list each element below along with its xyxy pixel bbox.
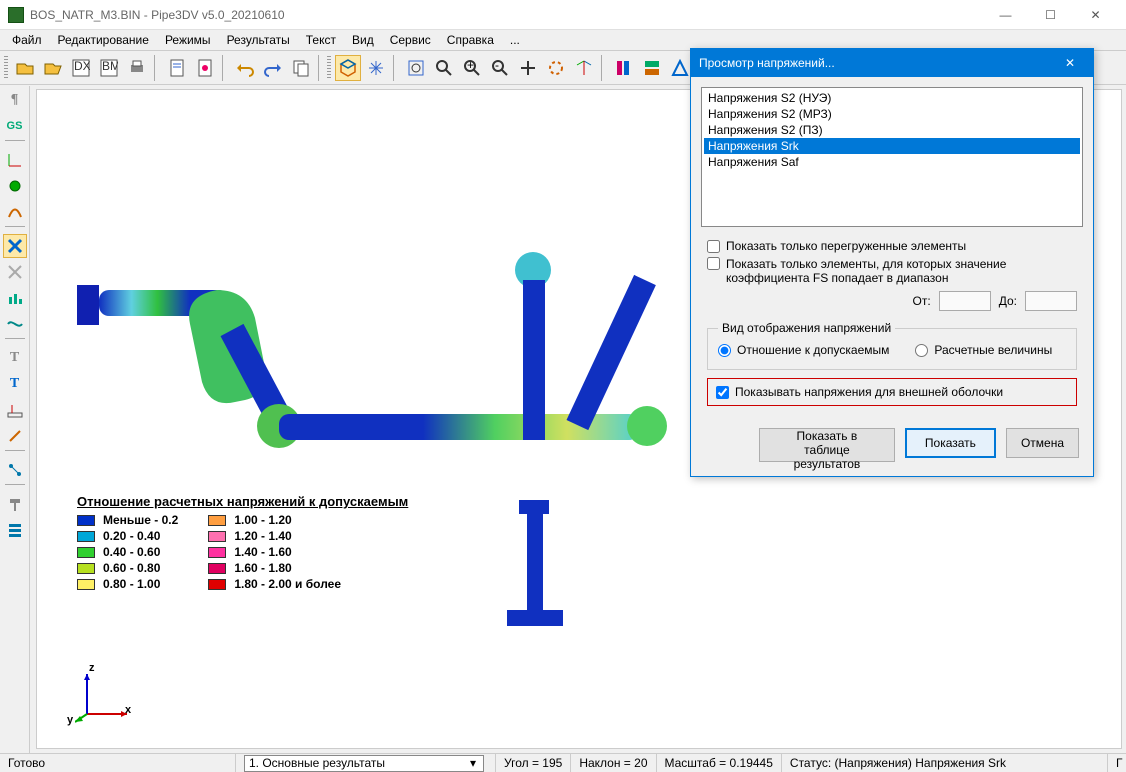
- radio-ratio[interactable]: Отношение к допускаемым: [718, 343, 889, 357]
- side-t2-icon[interactable]: T: [3, 372, 27, 396]
- side-deform-icon[interactable]: [3, 312, 27, 336]
- color-legend: Отношение расчетных напряжений к допуска…: [77, 494, 408, 593]
- side-gs-icon[interactable]: GS: [3, 114, 27, 138]
- side-x2-icon[interactable]: [3, 260, 27, 284]
- side-stack-icon[interactable]: [3, 518, 27, 542]
- menu-edit[interactable]: Редактирование: [52, 32, 155, 48]
- redo-icon[interactable]: [260, 55, 286, 81]
- titlebar: BOS_NATR_M3.BIN - Pipe3DV v5.0_20210610 …: [0, 0, 1126, 30]
- side-tool1-icon[interactable]: [3, 200, 27, 224]
- copy-icon[interactable]: [288, 55, 314, 81]
- results-combo[interactable]: 1. Основные результаты▾: [244, 755, 484, 772]
- dialog-title: Просмотр напряжений...: [699, 56, 835, 70]
- folder-open-icon[interactable]: [40, 55, 66, 81]
- side-cap-icon[interactable]: [3, 492, 27, 516]
- dxf-export-icon[interactable]: DXF: [68, 55, 94, 81]
- svg-text:+: +: [467, 59, 474, 72]
- minimize-button[interactable]: ―: [983, 1, 1028, 29]
- doc1-icon[interactable]: [164, 55, 190, 81]
- from-input[interactable]: [939, 291, 991, 311]
- statusbar: Готово 1. Основные результаты▾ Угол = 19…: [0, 753, 1126, 772]
- check-fs-range[interactable]: Показать только элементы, для которых зн…: [707, 257, 1077, 285]
- status-angle: Угол = 195: [496, 754, 571, 772]
- menu-text[interactable]: Текст: [300, 32, 342, 48]
- side-t1-icon[interactable]: T: [3, 346, 27, 370]
- stress-view-dialog: Просмотр напряжений... ✕ Напряжения S2 (…: [690, 48, 1094, 477]
- close-button[interactable]: ✕: [1073, 1, 1118, 29]
- side-bars-icon[interactable]: [3, 286, 27, 310]
- show-in-table-button[interactable]: Показать в таблице результатов: [759, 428, 895, 462]
- zoom-out-icon[interactable]: -: [487, 55, 513, 81]
- pan-icon[interactable]: [515, 55, 541, 81]
- rotate-icon[interactable]: [543, 55, 569, 81]
- displacement-icon[interactable]: [363, 55, 389, 81]
- menu-help[interactable]: Справка: [441, 32, 500, 48]
- side-sphere-icon[interactable]: [3, 174, 27, 198]
- dialog-close-icon[interactable]: ✕: [1055, 56, 1085, 70]
- bmp-export-icon[interactable]: BMP: [96, 55, 122, 81]
- view-1-icon[interactable]: [611, 55, 637, 81]
- side-x-icon[interactable]: [3, 234, 27, 258]
- side-axis-icon[interactable]: [3, 148, 27, 172]
- svg-text:-: -: [495, 59, 499, 72]
- side-text-icon[interactable]: ¶: [3, 88, 27, 112]
- status-state: Статус: (Напряжения) Напряжения Srk: [782, 754, 1108, 772]
- status-tilt: Наклон = 20: [571, 754, 656, 772]
- side-node-icon[interactable]: [3, 458, 27, 482]
- maximize-button[interactable]: ☐: [1028, 1, 1073, 29]
- stress-list-item[interactable]: Напряжения S2 (НУЭ): [704, 90, 1080, 106]
- to-input[interactable]: [1025, 291, 1077, 311]
- status-tail: Г: [1108, 754, 1126, 772]
- doc2-icon[interactable]: [192, 55, 218, 81]
- app-icon: [8, 7, 24, 23]
- radio-values[interactable]: Расчетные величины: [915, 343, 1052, 357]
- display-mode-group: Вид отображения напряжений Отношение к д…: [707, 321, 1077, 370]
- stress-listbox[interactable]: Напряжения S2 (НУЭ)Напряжения S2 (МРЗ)На…: [701, 87, 1083, 227]
- print-icon[interactable]: [124, 55, 150, 81]
- legend-title: Отношение расчетных напряжений к допуска…: [77, 494, 408, 509]
- side-toolbar: ¶ GS T T: [0, 86, 30, 753]
- isometric-icon[interactable]: [571, 55, 597, 81]
- svg-text:DXF: DXF: [74, 59, 90, 73]
- zoom-window-icon[interactable]: [431, 55, 457, 81]
- check-overloaded[interactable]: Показать только перегруженные элементы: [707, 239, 1077, 253]
- menu-results[interactable]: Результаты: [221, 32, 296, 48]
- pipe-model: [47, 130, 697, 690]
- status-ready: Готово: [0, 754, 236, 772]
- stress-list-item[interactable]: Напряжения Srk: [704, 138, 1080, 154]
- zoom-extents-icon[interactable]: [403, 55, 429, 81]
- toolbar-grip-2[interactable]: [327, 56, 331, 80]
- open-icon[interactable]: [12, 55, 38, 81]
- stress-view-icon[interactable]: [335, 55, 361, 81]
- axis-triad: x y z: [75, 666, 135, 726]
- stress-list-item[interactable]: Напряжения Saf: [704, 154, 1080, 170]
- stress-list-item[interactable]: Напряжения S2 (МРЗ): [704, 106, 1080, 122]
- side-edit-icon[interactable]: [3, 424, 27, 448]
- zoom-in-icon[interactable]: +: [459, 55, 485, 81]
- menu-modes[interactable]: Режимы: [159, 32, 217, 48]
- undo-icon[interactable]: [232, 55, 258, 81]
- menu-file[interactable]: Файл: [6, 32, 48, 48]
- show-button[interactable]: Показать: [905, 428, 996, 458]
- stress-list-item[interactable]: Напряжения S2 (ПЗ): [704, 122, 1080, 138]
- toolbar-grip[interactable]: [4, 56, 8, 80]
- menu-view[interactable]: Вид: [346, 32, 380, 48]
- svg-text:BMP: BMP: [102, 59, 118, 73]
- side-ruler-icon[interactable]: [3, 398, 27, 422]
- menu-service[interactable]: Сервис: [384, 32, 437, 48]
- check-outer-shell[interactable]: Показывать напряжения для внешней оболоч…: [716, 385, 1068, 399]
- window-title: BOS_NATR_M3.BIN - Pipe3DV v5.0_20210610: [30, 8, 983, 22]
- view-2-icon[interactable]: [639, 55, 665, 81]
- menu-more[interactable]: ...: [504, 32, 526, 48]
- cancel-button[interactable]: Отмена: [1006, 428, 1079, 458]
- status-scale: Масштаб = 0.19445: [657, 754, 782, 772]
